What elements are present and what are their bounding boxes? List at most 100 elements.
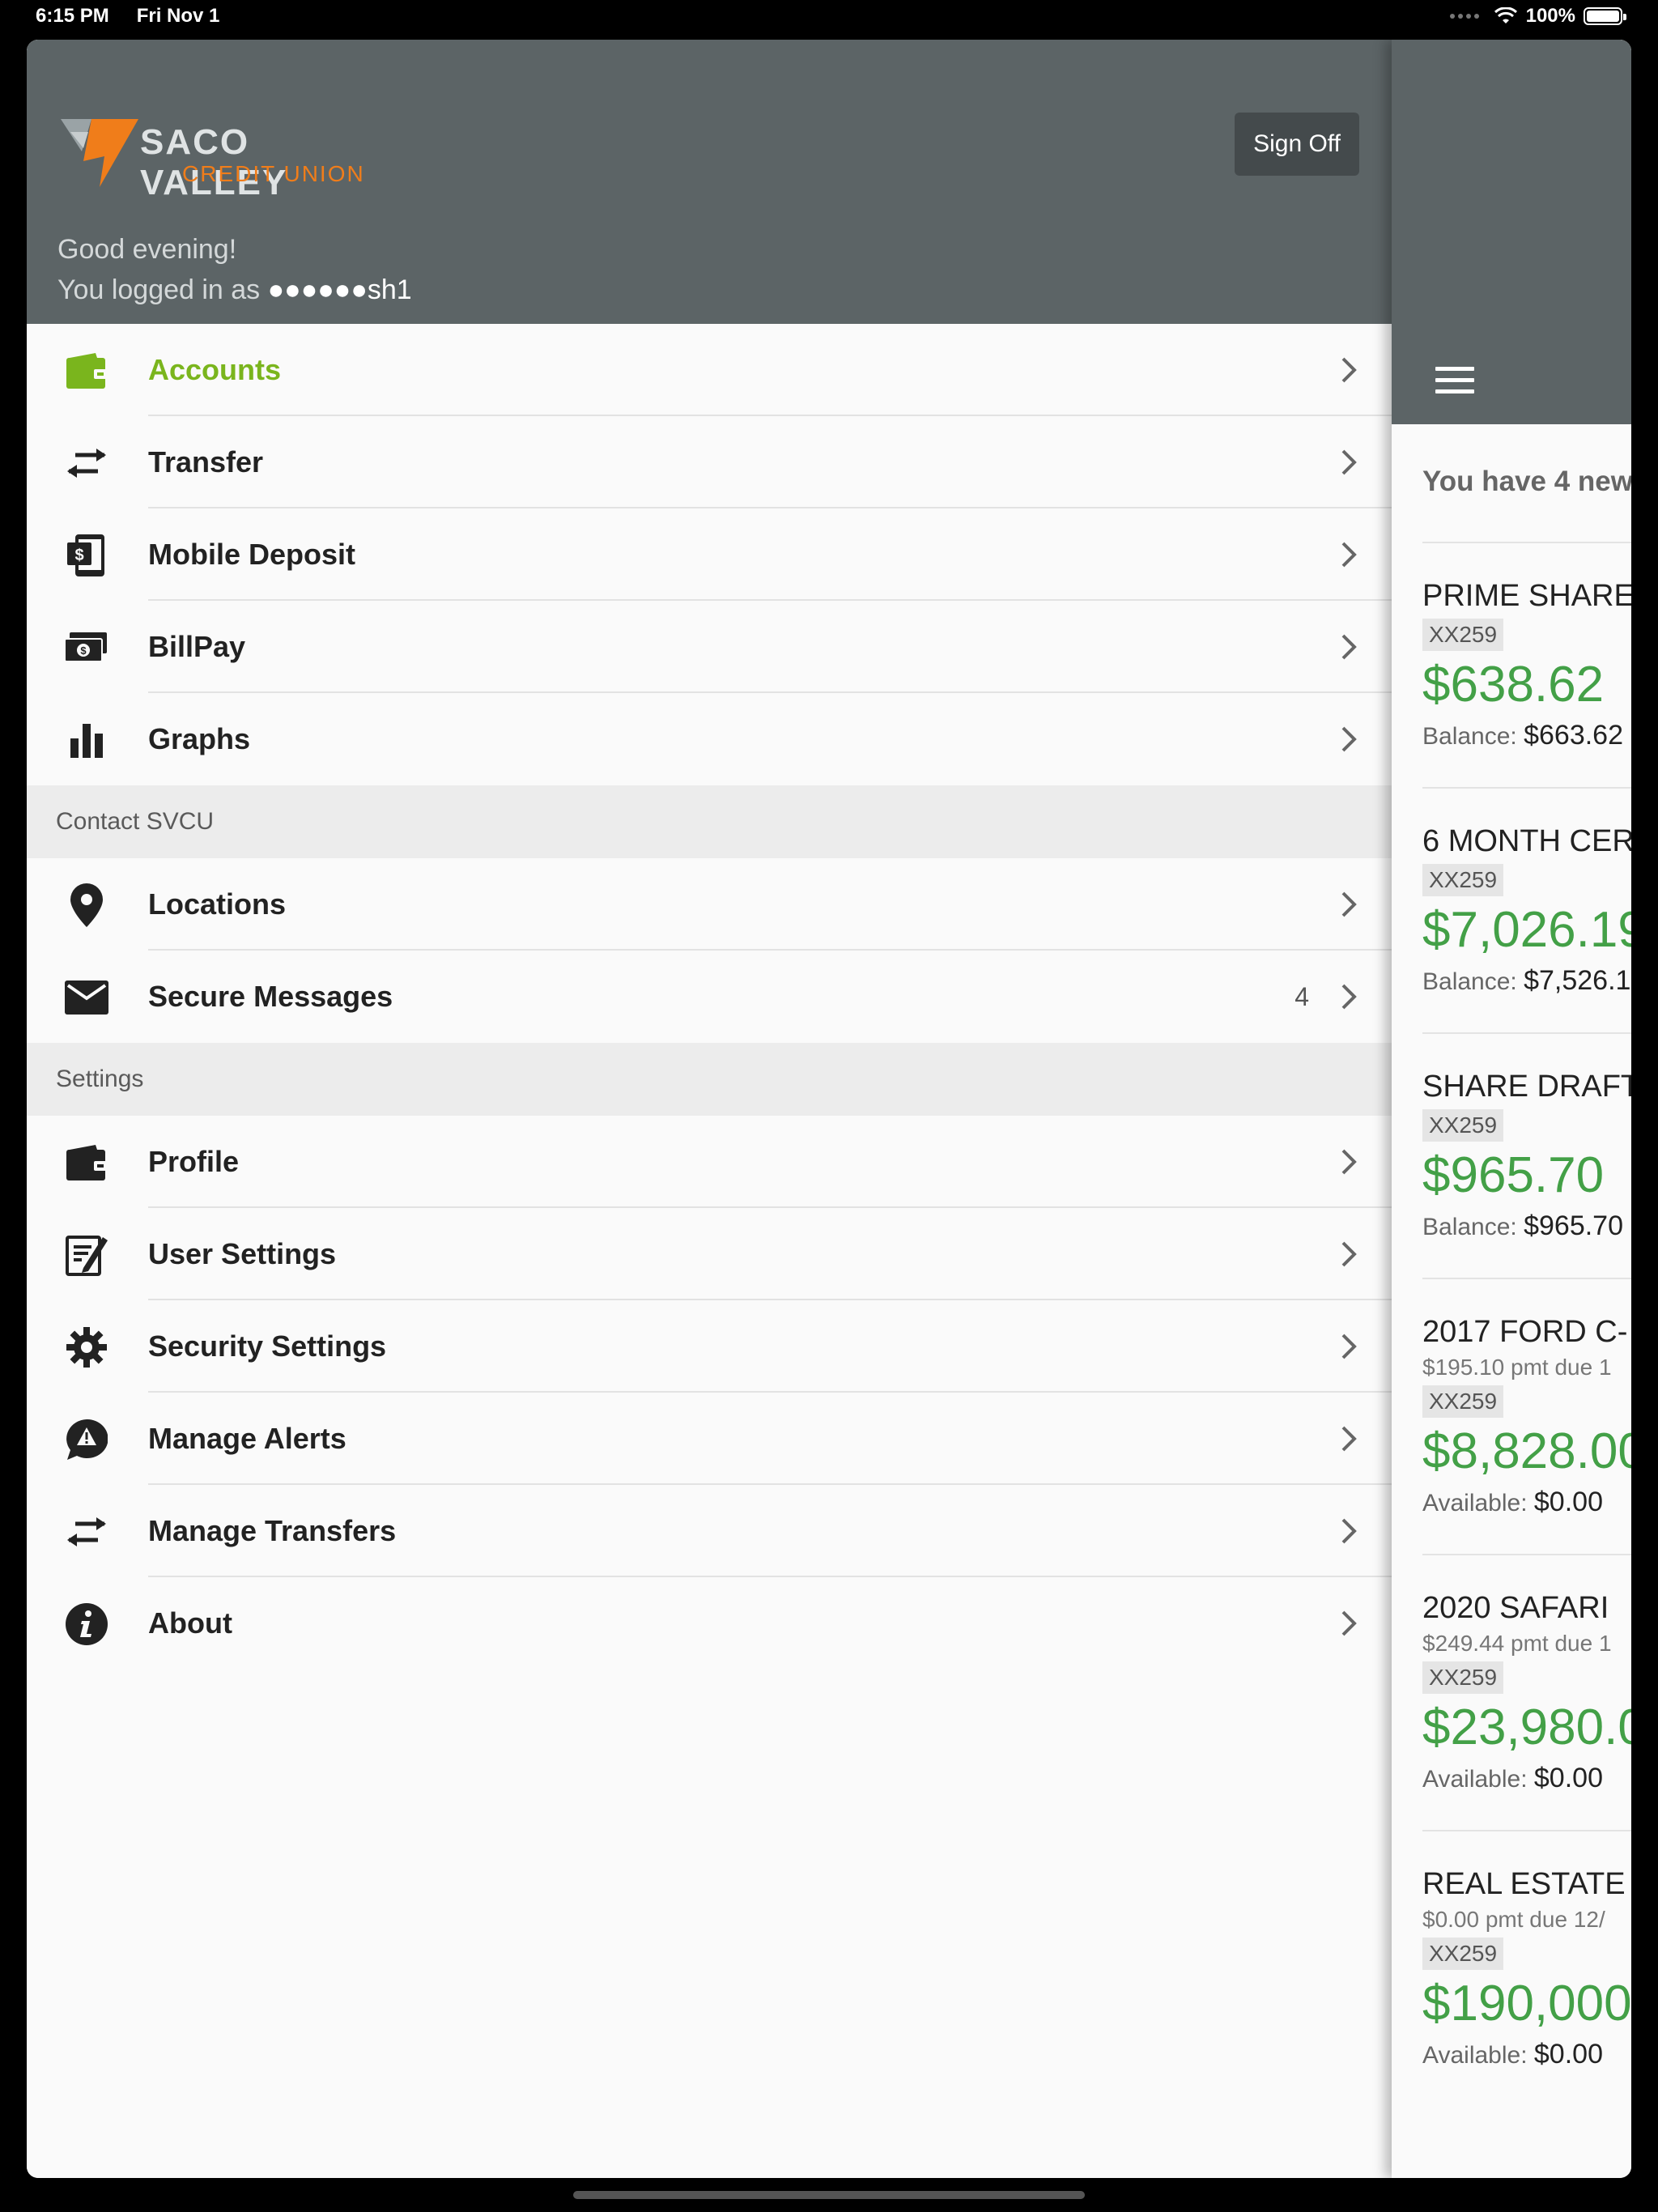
balance-value: $965.70: [1524, 1210, 1623, 1241]
drawer-header: SACO VALLEY CREDIT UNION Sign Off Good e…: [27, 40, 1392, 324]
sign-off-button[interactable]: Sign Off: [1235, 113, 1359, 176]
account-amount: $7,026.19: [1422, 902, 1631, 958]
location-pin-icon: [64, 883, 109, 927]
edit-document-icon: [64, 1235, 109, 1276]
account-amount: $23,980.0: [1422, 1699, 1631, 1755]
account-number-tag: XX259: [1422, 1385, 1504, 1418]
menu-label: Mobile Deposit: [148, 538, 356, 571]
battery-percent: 100%: [1525, 5, 1575, 27]
cellular-dots-icon: [1449, 14, 1479, 19]
menu-label: Profile: [148, 1145, 240, 1178]
status-bar: 6:15 PM Fri Nov 1 100%: [0, 0, 1658, 36]
account-balance-line: Balance: $7,526.1: [1422, 965, 1631, 1032]
menu-item-secure-messages[interactable]: Secure Messages 4: [27, 951, 1392, 1043]
menu-label: User Settings: [148, 1237, 337, 1270]
wallet-icon: [64, 1142, 109, 1183]
account-list: PRIME SHARE XX259 $638.62 Balance: $663.…: [1422, 542, 1631, 2106]
logo-mark-icon: [61, 119, 138, 187]
navigation-drawer: SACO VALLEY CREDIT UNION Sign Off Good e…: [27, 40, 1392, 2178]
status-date: Fri Nov 1: [136, 5, 220, 27]
menu-item-manage-transfers[interactable]: Manage Transfers: [27, 1485, 1392, 1577]
info-icon: [64, 1603, 109, 1645]
account-card[interactable]: REAL ESTATE $0.00 pmt due 12/ XX259 $190…: [1422, 1830, 1631, 2106]
menu-item-graphs[interactable]: Graphs: [27, 693, 1392, 785]
hamburger-menu-icon[interactable]: [1435, 367, 1476, 396]
mobile-deposit-icon: $: [64, 534, 109, 576]
account-balance-line: Available: $0.00: [1422, 2039, 1631, 2106]
chevron-right-icon: [1341, 542, 1357, 568]
account-number-tag: XX259: [1422, 864, 1504, 896]
account-balance-line: Balance: $663.62: [1422, 720, 1631, 787]
status-time: 6:15 PM: [36, 5, 109, 27]
menu-item-manage-alerts[interactable]: Manage Alerts: [27, 1393, 1392, 1485]
gear-icon: [64, 1327, 109, 1368]
balance-label: Balance:: [1422, 968, 1517, 995]
home-indicator[interactable]: [573, 2191, 1085, 2199]
chevron-right-icon: [1341, 1610, 1357, 1636]
chevron-right-icon: [1341, 449, 1357, 475]
balance-value: $7,526.1: [1524, 965, 1631, 996]
menu-item-mobile-deposit[interactable]: $ Mobile Deposit: [27, 508, 1392, 601]
account-name: 2020 SAFARI: [1422, 1591, 1609, 1625]
chevron-right-icon: [1341, 1241, 1357, 1267]
balance-value: $663.62: [1524, 720, 1623, 751]
chevron-right-icon: [1341, 726, 1357, 752]
chevron-right-icon: [1341, 357, 1357, 383]
account-card[interactable]: SHARE DRAFT XX259 $965.70 Balance: $965.…: [1422, 1032, 1631, 1278]
menu-item-locations[interactable]: Locations: [27, 858, 1392, 951]
account-card[interactable]: PRIME SHARE XX259 $638.62 Balance: $663.…: [1422, 542, 1631, 787]
account-name: 2017 FORD C-: [1422, 1315, 1628, 1349]
payment-due: $0.00 pmt due 12/: [1422, 1907, 1605, 1932]
menu-item-user-settings[interactable]: User Settings: [27, 1208, 1392, 1300]
account-card[interactable]: 2020 SAFARI $249.44 pmt due 1 XX259 $23,…: [1422, 1554, 1631, 1830]
menu-item-profile[interactable]: Profile: [27, 1116, 1392, 1208]
transfer-arrows-icon: [64, 443, 109, 483]
menu-item-security-settings[interactable]: Security Settings: [27, 1300, 1392, 1393]
bar-chart-icon: [64, 720, 109, 760]
menu-item-transfer[interactable]: Transfer: [27, 416, 1392, 508]
payment-due: $249.44 pmt due 1: [1422, 1631, 1612, 1656]
menu-label: Secure Messages: [148, 980, 393, 1013]
account-name: PRIME SHARE: [1422, 579, 1631, 613]
menu-label: Locations: [148, 887, 287, 921]
balance-label: Available:: [1422, 1490, 1528, 1516]
saco-valley-logo: SACO VALLEY CREDIT UNION: [59, 116, 391, 202]
balance-label: Available:: [1422, 1766, 1528, 1793]
accounts-panel[interactable]: You have 4 new PRIME SHARE XX259 $638.62…: [1392, 40, 1631, 2178]
account-card[interactable]: 6 MONTH CER XX259 $7,026.19 Balance: $7,…: [1422, 787, 1631, 1032]
balance-label: Balance:: [1422, 723, 1517, 750]
account-balance-line: Available: $0.00: [1422, 1487, 1631, 1554]
account-name: REAL ESTATE: [1422, 1867, 1626, 1901]
balance-value: $0.00: [1533, 2039, 1603, 2069]
logged-in-line: You logged in as ●●●●●●sh1: [57, 270, 412, 310]
chevron-right-icon: [1341, 1149, 1357, 1175]
drawer-menu: Accounts Transfer $ Mobile Deposit $ Bil…: [27, 324, 1392, 1670]
menu-label: Security Settings: [148, 1329, 387, 1363]
menu-label: Accounts: [148, 353, 282, 386]
account-amount: $8,828.00: [1422, 1423, 1631, 1479]
svg-text:$: $: [80, 644, 87, 657]
logo-subtitle: CREDIT UNION: [182, 161, 365, 186]
menu-item-about[interactable]: About: [27, 1577, 1392, 1670]
cash-icon: $: [64, 627, 109, 668]
accounts-header: [1392, 40, 1631, 424]
menu-label: Manage Transfers: [148, 1514, 397, 1547]
chevron-right-icon: [1341, 984, 1357, 1010]
balance-value: $0.00: [1533, 1763, 1603, 1793]
section-header-settings: Settings: [27, 1043, 1392, 1116]
chevron-right-icon: [1341, 634, 1357, 660]
menu-label: BillPay: [148, 630, 246, 663]
account-number-tag: XX259: [1422, 1109, 1504, 1142]
new-messages-banner[interactable]: You have 4 new: [1422, 466, 1631, 498]
section-header-contact: Contact SVCU: [27, 785, 1392, 858]
payment-due: $195.10 pmt due 1: [1422, 1355, 1612, 1380]
account-number-tag: XX259: [1422, 1661, 1504, 1694]
svg-text:$: $: [74, 547, 83, 564]
logged-in-prefix: You logged in as: [57, 274, 268, 305]
menu-item-billpay[interactable]: $ BillPay: [27, 601, 1392, 693]
wallet-icon: [64, 351, 109, 391]
menu-label: Graphs: [148, 722, 251, 755]
account-card[interactable]: 2017 FORD C- $195.10 pmt due 1 XX259 $8,…: [1422, 1278, 1631, 1554]
menu-label: Transfer: [148, 445, 264, 479]
menu-item-accounts[interactable]: Accounts: [27, 324, 1392, 416]
